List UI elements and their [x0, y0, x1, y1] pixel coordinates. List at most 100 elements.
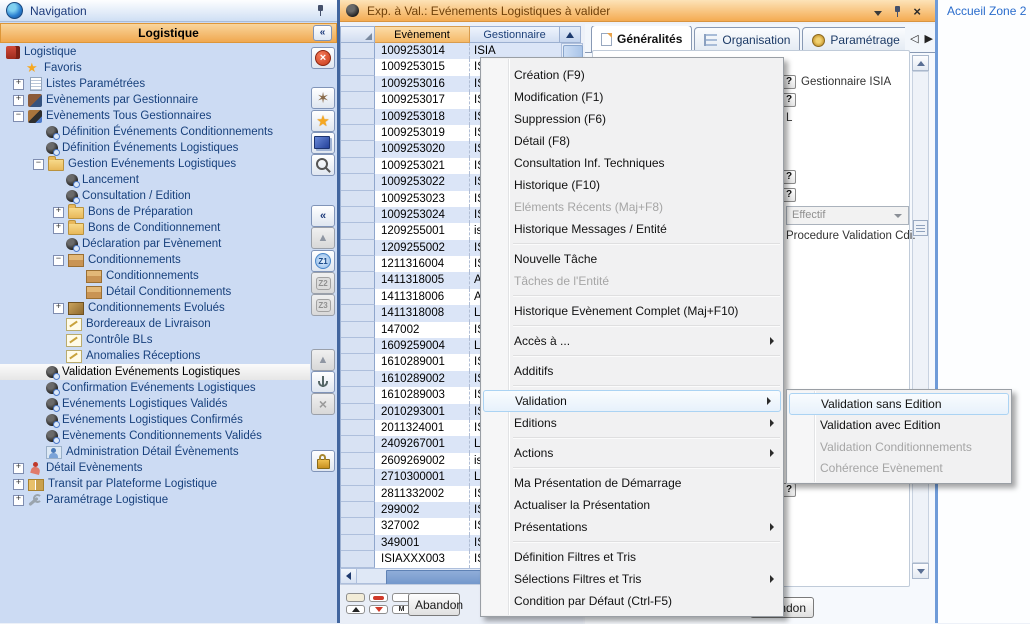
grid-scroll-up-button[interactable] — [560, 26, 581, 43]
accueil-zone-title[interactable]: Accueil Zone 2 — [938, 0, 1030, 18]
record-down-button[interactable] — [369, 605, 388, 614]
expand-icon[interactable]: + — [13, 479, 24, 490]
hscroll-left-button[interactable] — [341, 569, 357, 583]
evenement-cell[interactable]: 2011324001 — [375, 420, 470, 436]
evenement-cell[interactable]: 1009253017 — [375, 92, 470, 108]
collapse-icon[interactable]: − — [33, 159, 44, 170]
menu-item[interactable]: Validation — [483, 390, 781, 412]
tab-organisation[interactable]: Organisation — [694, 27, 800, 52]
row-selector-cell[interactable] — [341, 469, 375, 485]
tree-item[interactable]: Confirmation Evénements Logistiques — [0, 380, 310, 396]
row-selector-cell[interactable] — [341, 191, 375, 207]
expand-icon[interactable]: + — [13, 79, 24, 90]
menu-item[interactable]: Création (F9) — [481, 64, 783, 86]
grid-corner-cell[interactable] — [340, 26, 375, 43]
evenement-cell[interactable]: 1610289002 — [375, 371, 470, 387]
evenement-cell[interactable]: 1009253022 — [375, 174, 470, 190]
tab-scroll-left-icon[interactable]: ◁ — [910, 32, 918, 45]
tree-item[interactable]: −Gestion Evénements Logistiques — [0, 156, 310, 172]
record-first-button[interactable] — [346, 593, 365, 602]
row-selector-cell[interactable] — [341, 59, 375, 75]
row-selector-cell[interactable] — [341, 338, 375, 354]
lookup-button-3[interactable]: ? — [782, 170, 796, 184]
row-selector-cell[interactable] — [341, 518, 375, 534]
expand-icon[interactable]: + — [53, 303, 64, 314]
evenement-cell[interactable]: 1009253020 — [375, 141, 470, 157]
menu-item[interactable]: Sélections Filtres et Tris — [481, 568, 783, 590]
tree-item[interactable]: +Evènements par Gestionnaire — [0, 92, 310, 108]
evenement-cell[interactable]: 147002 — [375, 322, 470, 338]
evenement-cell[interactable]: 2010293001 — [375, 404, 470, 420]
expand-icon[interactable]: + — [53, 207, 64, 218]
tree-item[interactable]: +Listes Paramétrées — [0, 76, 310, 92]
evenement-cell[interactable]: 1610289003 — [375, 387, 470, 403]
toolbar-anchor-button[interactable] — [311, 371, 335, 393]
menu-item[interactable]: Définition Filtres et Tris — [481, 546, 783, 568]
toolbar-lock-button[interactable] — [311, 450, 335, 472]
pin-icon[interactable] — [316, 4, 325, 17]
toolbar-screen-button[interactable] — [311, 132, 335, 154]
menu-item[interactable]: Présentations — [481, 516, 783, 538]
tree-item[interactable]: +Conditionnements Evolués — [0, 300, 310, 316]
tab-scroll-right-icon[interactable]: ▶ — [925, 32, 933, 45]
menu-item[interactable]: Consultation Inf. Techniques — [481, 152, 783, 174]
toolbar-collapse-button[interactable]: « — [311, 205, 335, 227]
tree-item[interactable]: Favoris — [0, 60, 310, 76]
row-selector-cell[interactable] — [341, 453, 375, 469]
tree-item[interactable]: Logistique — [0, 44, 310, 60]
tree-item[interactable]: Evénements Logistiques Confirmés — [0, 412, 310, 428]
expand-icon[interactable]: + — [53, 223, 64, 234]
tree-item[interactable]: +Transit par Plateforme Logistique — [0, 476, 310, 492]
window-pin-icon[interactable] — [893, 5, 902, 18]
evenement-cell[interactable]: 1009253023 — [375, 191, 470, 207]
menu-item[interactable]: Validation sans Edition — [789, 393, 1009, 415]
expand-icon[interactable]: + — [13, 463, 24, 474]
row-selector-cell[interactable] — [341, 387, 375, 403]
tree-item[interactable]: Consultation / Edition — [0, 188, 310, 204]
evenement-cell[interactable]: 299002 — [375, 502, 470, 518]
evenement-cell[interactable]: 349001 — [375, 535, 470, 551]
tree-item[interactable]: Détail Conditionnements — [0, 284, 310, 300]
row-selector-cell[interactable] — [341, 272, 375, 288]
toolbar-zone1-button[interactable]: Z1 — [311, 250, 335, 272]
expand-icon[interactable]: + — [13, 95, 24, 106]
evenement-cell[interactable]: 2811332002 — [375, 486, 470, 502]
evenement-cell[interactable]: 1009253015 — [375, 59, 470, 75]
evenement-cell[interactable]: 1009253021 — [375, 158, 470, 174]
row-selector-cell[interactable] — [341, 141, 375, 157]
row-selector-cell[interactable] — [341, 289, 375, 305]
menu-item[interactable]: Validation avec Edition — [787, 415, 1011, 437]
row-selector-cell[interactable] — [341, 125, 375, 141]
row-selector-cell[interactable] — [341, 76, 375, 92]
row-selector-cell[interactable] — [341, 109, 375, 125]
toolbar-search-button[interactable] — [311, 154, 335, 176]
record-up-button[interactable] — [346, 605, 365, 614]
tab-param-trage[interactable]: Paramétrage — [802, 27, 905, 52]
evenement-cell[interactable]: 1009253024 — [375, 207, 470, 223]
menu-item[interactable]: Actualiser la Présentation — [481, 494, 783, 516]
row-selector-cell[interactable] — [341, 420, 375, 436]
menu-item[interactable]: Détail (F8) — [481, 130, 783, 152]
evenement-cell[interactable]: 1411318005 — [375, 272, 470, 288]
record-current-button[interactable] — [369, 593, 388, 602]
row-selector-cell[interactable] — [341, 371, 375, 387]
lookup-button-5[interactable]: ? — [782, 483, 796, 497]
effectif-select[interactable]: Effectif — [786, 206, 909, 225]
expand-icon[interactable]: + — [13, 495, 24, 506]
evenement-cell[interactable]: 1009253016 — [375, 76, 470, 92]
collapse-icon[interactable]: − — [53, 255, 64, 266]
tree-item[interactable]: Anomalies Réceptions — [0, 348, 310, 364]
row-selector-cell[interactable] — [341, 322, 375, 338]
menu-item[interactable]: Historique Evènement Complet (Maj+F10) — [481, 300, 783, 322]
menu-item[interactable]: Ma Présentation de Démarrage — [481, 472, 783, 494]
evenement-cell[interactable]: 1209255001 — [375, 223, 470, 239]
menu-item[interactable]: Actions — [481, 442, 783, 464]
window-menu-icon[interactable] — [874, 11, 882, 16]
row-selector-cell[interactable] — [341, 158, 375, 174]
tree-item[interactable]: Lancement — [0, 172, 310, 188]
column-header-gestionnaire[interactable]: Gestionnaire — [470, 26, 560, 43]
collapse-icon[interactable]: − — [13, 111, 24, 122]
menu-item[interactable]: Additifs — [481, 360, 783, 382]
evenement-cell[interactable]: 1009253018 — [375, 109, 470, 125]
evenement-cell[interactable]: 1009253019 — [375, 125, 470, 141]
